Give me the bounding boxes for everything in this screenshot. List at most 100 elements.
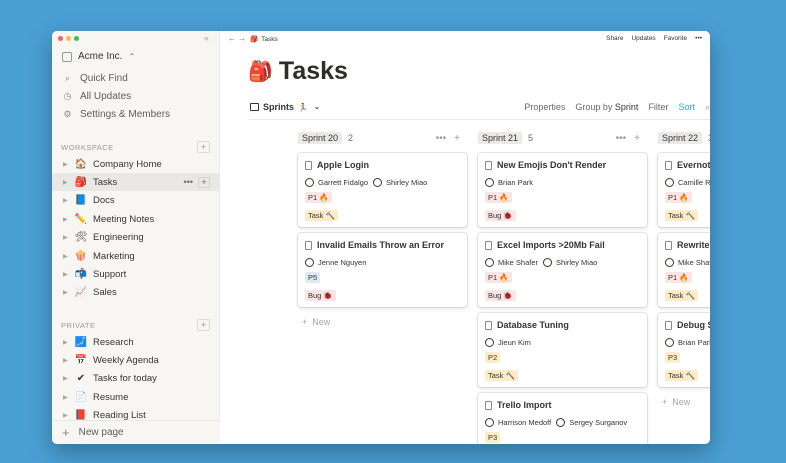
expand-triangle-icon[interactable]: ▶: [63, 234, 73, 241]
expand-triangle-icon[interactable]: ▶: [63, 357, 73, 364]
sidebar-page-2[interactable]: ▶ 📘 Docs: [52, 192, 220, 210]
add-subpage-button[interactable]: +: [198, 176, 210, 188]
sidebar-nav-1[interactable]: ◷ All Updates: [62, 91, 132, 102]
workspace-switcher[interactable]: Acme Inc. ⌃: [62, 51, 135, 62]
card-title: Evernote Import: [665, 160, 710, 170]
forward-arrow-icon[interactable]: →: [238, 34, 248, 43]
type-row: Task 🔨: [665, 285, 710, 303]
search-icon: ⌕: [64, 73, 71, 83]
view-switcher[interactable]: Sprints 🏃 ⌄: [250, 102, 320, 112]
column-name[interactable]: Sprint 21: [478, 132, 523, 144]
sort-button[interactable]: Sort: [678, 102, 695, 113]
expand-triangle-icon[interactable]: ▶: [63, 179, 73, 186]
more-options-icon[interactable]: •••: [616, 133, 627, 144]
sidebar-page-7[interactable]: ▶ 📈 Sales: [52, 284, 220, 302]
column-name[interactable]: Sprint 22: [658, 132, 703, 144]
new-page-button[interactable]: + New page: [52, 420, 220, 444]
task-card[interactable]: Excel Imports >20Mb Fail Mike Shafer Shirl…: [478, 233, 647, 307]
expand-triangle-icon[interactable]: ▶: [63, 216, 73, 223]
sidebar-page-1[interactable]: ▶ 📅 Weekly Agenda: [52, 351, 220, 369]
priority-row: P2: [485, 347, 640, 365]
sidebar-nav-0[interactable]: ⌕ Quick Find: [62, 73, 128, 84]
expand-triangle-icon[interactable]: ▶: [63, 271, 73, 278]
close-window-button[interactable]: [58, 36, 63, 41]
sidebar-page-0[interactable]: ▶ 🏠 Company Home: [52, 155, 220, 173]
card-title-text: Trello Import: [497, 400, 552, 410]
sidebar-page-5[interactable]: ▶ 🍿 Marketing: [52, 247, 220, 265]
expand-triangle-icon[interactable]: ▶: [63, 394, 73, 401]
task-card[interactable]: Debug Slow Queries Brian Park P3 Task 🔨: [658, 313, 710, 387]
add-card-icon[interactable]: +: [454, 133, 460, 144]
maximize-window-button[interactable]: [74, 36, 79, 41]
expand-triangle-icon[interactable]: ▶: [63, 412, 73, 419]
chevron-updown-icon: ⌃: [128, 52, 136, 61]
more-options-icon[interactable]: •••: [695, 35, 702, 42]
card-title-text: New Emojis Don't Render: [497, 160, 607, 170]
updates-button[interactable]: Updates: [631, 35, 655, 42]
sidebar-page-1[interactable]: ▶ 🎒 Tasks ••• +: [52, 173, 220, 192]
add-private-page-button[interactable]: +: [197, 319, 210, 331]
avatar: [665, 178, 674, 187]
sidebar-nav-2[interactable]: ⚙ Settings & Members: [62, 109, 170, 120]
assignees: Mike Shafer Shirley Miao: [485, 258, 640, 267]
avatar: [485, 178, 494, 187]
more-options-icon[interactable]: •••: [436, 133, 447, 144]
expand-triangle-icon[interactable]: ▶: [63, 289, 73, 296]
sidebar-page-0[interactable]: ▶ 🗾 Research: [52, 333, 220, 351]
task-card[interactable]: New Emojis Don't Render Brian Park P1 🔥 Bug…: [478, 153, 647, 227]
task-card[interactable]: Invalid Emails Throw an Error Jenne Nguye…: [298, 233, 467, 307]
new-card-button[interactable]: + New: [662, 397, 690, 407]
collapse-sidebar-icon[interactable]: «: [204, 33, 209, 43]
group-by-button[interactable]: Group by Sprint: [575, 102, 638, 113]
search-icon[interactable]: ⌕: [705, 102, 710, 113]
assignee-name: Mike Shafer: [678, 258, 710, 267]
private-section-label: PRIVATE: [61, 321, 96, 330]
add-workspace-page-button[interactable]: +: [197, 141, 210, 153]
clock-icon: ◷: [63, 91, 72, 101]
back-arrow-icon[interactable]: ←: [228, 34, 238, 43]
task-card[interactable]: Database Tuning Jieun Kim P2 Task 🔨: [478, 313, 647, 387]
card-title: Apple Login: [305, 160, 460, 170]
add-card-icon[interactable]: +: [634, 133, 640, 144]
minimize-window-button[interactable]: [66, 36, 71, 41]
sidebar-page-3[interactable]: ▶ 📄 Resume: [52, 388, 220, 406]
assignees: Mike Shafer: [665, 258, 710, 267]
breadcrumb[interactable]: 🎒 Tasks: [250, 35, 278, 44]
card-title: Database Tuning: [485, 320, 640, 330]
sidebar-page-4[interactable]: ▶ 🛠 Engineering: [52, 229, 220, 247]
task-card[interactable]: Trello Import Harrison Medoff Sergey Surga…: [478, 393, 647, 444]
more-options-icon[interactable]: •••: [184, 177, 193, 187]
page-title-text[interactable]: Tasks: [279, 57, 348, 86]
share-button[interactable]: Share: [606, 35, 623, 42]
sidebar-page-6[interactable]: ▶ 📬 Support: [52, 265, 220, 283]
toolbar-divider: [250, 119, 710, 120]
nav-arrows: ←→: [228, 34, 248, 43]
card-title: Excel Imports >20Mb Fail: [485, 240, 640, 250]
assignees: Brian Park: [665, 338, 710, 347]
column-name[interactable]: Sprint 20: [298, 132, 343, 144]
page-icon: [305, 240, 312, 250]
expand-triangle-icon[interactable]: ▶: [63, 253, 73, 260]
topbar: ←→ 🎒 Tasks Share Updates Favorite •••: [220, 31, 710, 47]
favorite-button[interactable]: Favorite: [664, 35, 687, 42]
page-emoji-icon[interactable]: 🎒: [248, 59, 273, 84]
sidebar: « Acme Inc. ⌃ ⌕ Quick Find ◷ All Updates ⚙ Se…: [52, 31, 220, 444]
task-card[interactable]: Apple Login Garrett Fidalgo Shirley Miao P1…: [298, 153, 467, 227]
type-row: Task 🔨: [665, 205, 710, 223]
assignee-name: Mike Shafer: [498, 258, 539, 267]
sidebar-page-3[interactable]: ▶ ✏️ Meeting Notes: [52, 210, 220, 228]
task-card[interactable]: Evernote Import Camille Ricketts P1 🔥 Task …: [658, 153, 710, 227]
type-row: Task 🔨: [665, 365, 710, 383]
task-card[interactable]: Rewrite Query Caching Mike Shafer P1 🔥 Task…: [658, 233, 710, 307]
expand-triangle-icon[interactable]: ▶: [63, 375, 73, 382]
assignees: Harrison Medoff Sergey Surganov: [485, 418, 640, 427]
expand-triangle-icon[interactable]: ▶: [63, 161, 73, 168]
sidebar-page-2[interactable]: ▶ ✔ Tasks for today: [52, 370, 220, 388]
sidebar-nav-label: Quick Find: [80, 73, 128, 84]
expand-triangle-icon[interactable]: ▶: [63, 339, 73, 346]
expand-triangle-icon[interactable]: ▶: [63, 197, 73, 204]
new-card-button[interactable]: + New: [302, 317, 330, 327]
column-header: Sprint 22 3: [658, 130, 710, 146]
filter-button[interactable]: Filter: [648, 102, 668, 113]
properties-button[interactable]: Properties: [524, 102, 565, 113]
